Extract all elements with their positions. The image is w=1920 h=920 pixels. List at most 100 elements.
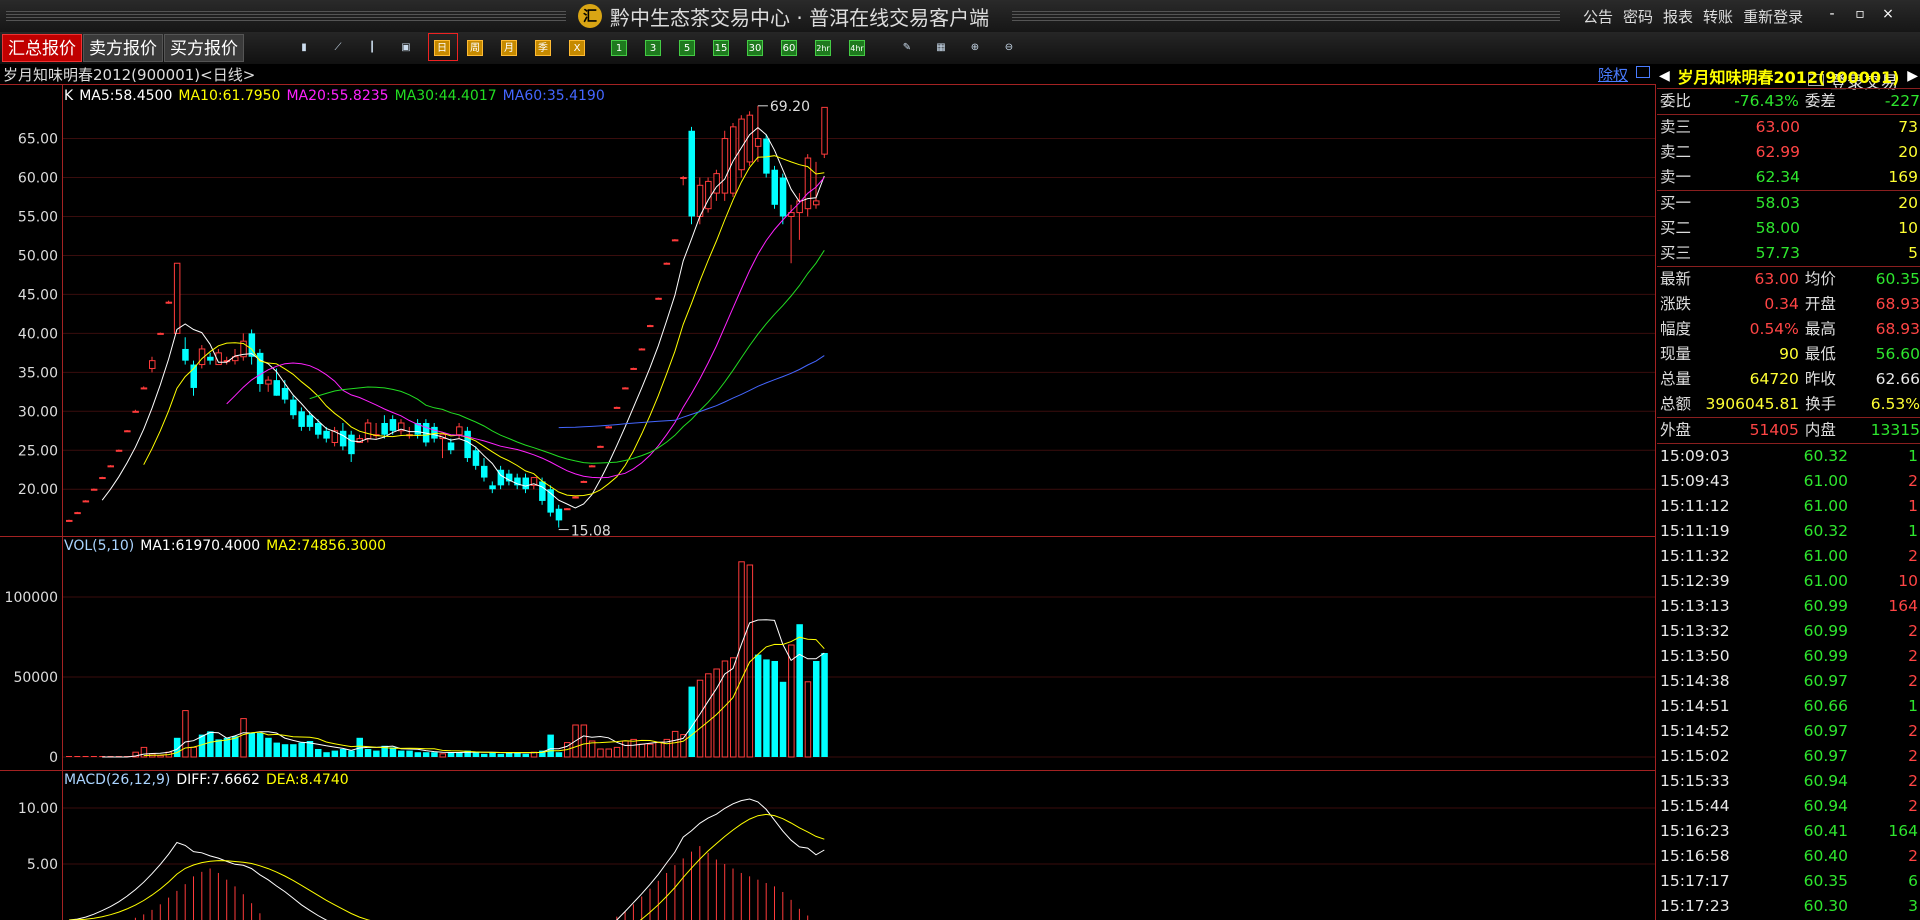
trade-price: 60.99 xyxy=(1803,647,1848,665)
btn-period-custom[interactable]: X xyxy=(569,40,585,56)
btn-min-1[interactable]: 1 xyxy=(611,40,627,56)
calendar-icon[interactable]: ▦ xyxy=(933,40,949,56)
edit-icon[interactable]: ✎ xyxy=(899,40,915,56)
trade-time: 15:13:13 xyxy=(1660,597,1730,615)
volume-bar xyxy=(771,661,778,757)
trade-qty: 164 xyxy=(1888,597,1918,615)
level-price: 58.03 xyxy=(1755,194,1800,212)
volume-bar xyxy=(472,752,480,757)
trade-qty: 10 xyxy=(1898,572,1918,590)
btn-hr-2[interactable]: 2hr xyxy=(815,40,831,56)
menu-notice[interactable]: 公告 xyxy=(1583,6,1613,27)
volume-bar xyxy=(414,752,422,757)
btn-min-5[interactable]: 5 xyxy=(679,40,695,56)
stat-value: 60.35 xyxy=(1875,270,1920,288)
trade-row: 15:15:33 60.94 2 xyxy=(1657,769,1920,794)
trade-list[interactable]: 15:09:03 60.32 1 15:09:43 61.00 2 15:11:12 61.0… xyxy=(1657,444,1920,919)
price-tick-label: 40.00 xyxy=(18,326,58,342)
legend-item: MA1:61970.4000 xyxy=(140,538,260,554)
candle-body xyxy=(124,430,131,433)
top-menu: 公告 密码 报表 转账 重新登录 xyxy=(1583,6,1813,27)
candle-body xyxy=(754,138,762,147)
candle-body xyxy=(115,449,123,452)
stat-value: 3906045.81 xyxy=(1705,395,1800,413)
trade-qty: 1 xyxy=(1908,522,1918,540)
trade-row: 15:16:58 60.40 2 xyxy=(1657,844,1920,869)
trade-qty: 2 xyxy=(1908,647,1918,665)
btn-min-15[interactable]: 15 xyxy=(713,40,729,56)
volume-bar xyxy=(431,752,438,757)
trade-price: 60.66 xyxy=(1803,697,1848,715)
next-stock-icon[interactable]: ▶ xyxy=(1905,68,1920,84)
candle-body xyxy=(539,481,546,501)
window-chart-icon[interactable]: ▣ xyxy=(398,40,414,56)
legend-item: DIFF:7.6662 xyxy=(176,772,260,788)
btn-period-week[interactable]: 周 xyxy=(467,40,483,56)
prev-stock-icon[interactable]: ◀ xyxy=(1657,68,1672,84)
menu-password[interactable]: 密码 xyxy=(1623,6,1653,27)
zoom-in-icon[interactable]: ⊕ xyxy=(967,40,983,56)
volume-bar xyxy=(389,747,397,757)
tab-sell-quote[interactable]: 卖方报价 xyxy=(83,34,163,62)
level-label: 买三 xyxy=(1660,244,1692,262)
candle-body xyxy=(588,465,596,468)
macd-tick-label: 5.00 xyxy=(27,857,58,873)
trade-row: 15:14:52 60.97 2 xyxy=(1657,719,1920,744)
zoom-out-icon[interactable]: ⊖ xyxy=(1001,40,1017,56)
candle-body xyxy=(464,430,471,459)
candle-body xyxy=(481,465,488,478)
high-mark-label: 69.20 xyxy=(770,99,810,115)
menu-report[interactable]: 报表 xyxy=(1663,6,1693,27)
candle-body xyxy=(638,348,646,351)
trade-qty: 2 xyxy=(1908,547,1918,565)
stat-label: 幅度 xyxy=(1660,320,1692,338)
stat-value: 90 xyxy=(1779,345,1799,363)
price-tick-label: 25.00 xyxy=(18,443,58,459)
candle-body xyxy=(82,500,90,503)
btn-period-month[interactable]: 月 xyxy=(501,40,517,56)
legend-item: VOL(5,10) xyxy=(64,538,134,554)
candle-body xyxy=(447,442,455,451)
legend-item: MA20:55.8235 xyxy=(286,88,388,104)
btn-min-3[interactable]: 3 xyxy=(645,40,661,56)
restore-icon[interactable]: ▫ xyxy=(1846,6,1874,22)
candle-body xyxy=(647,325,654,328)
trade-time: 15:09:43 xyxy=(1660,472,1730,490)
btn-min-30[interactable]: 30 xyxy=(747,40,763,56)
volume-bar xyxy=(398,750,405,757)
menu-transfer[interactable]: 转账 xyxy=(1703,6,1733,27)
volume-bar xyxy=(497,753,505,757)
menu-relogin[interactable]: 重新登录 xyxy=(1743,6,1803,27)
stat-label: 总额 xyxy=(1660,395,1692,413)
tab-summary-quote[interactable]: 汇总报价 xyxy=(2,34,82,62)
legend-item: MA60:35.4190 xyxy=(503,88,605,104)
line-chart-icon[interactable]: ⟋ xyxy=(330,40,346,56)
volume-bar xyxy=(348,750,355,757)
btn-period-quarter[interactable]: 季 xyxy=(535,40,551,56)
tab-buy-quote[interactable]: 买方报价 xyxy=(164,34,244,62)
close-icon[interactable]: × xyxy=(1874,6,1902,22)
minimize-icon[interactable]: - xyxy=(1818,6,1846,22)
trade-time: 15:15:02 xyxy=(1660,747,1730,765)
candle-chart-icon[interactable]: ┃ xyxy=(364,40,380,56)
volume-bar xyxy=(796,624,803,757)
btn-hr-4[interactable]: 4hr xyxy=(849,40,865,56)
kline-chart[interactable]: 65.00 60.00 55.00 50.00 45.00 40.00 35.00 30.00… xyxy=(0,84,1656,920)
stat-label: 最低 xyxy=(1804,345,1836,363)
volume-bar xyxy=(779,681,787,757)
btn-min-60[interactable]: 60 xyxy=(781,40,797,56)
stat-row: 现量 90 最低 56.60 xyxy=(1657,342,1920,367)
layout-icon[interactable] xyxy=(1636,66,1650,78)
candle-body xyxy=(273,380,280,396)
trade-qty: 2 xyxy=(1908,847,1918,865)
trade-price: 61.00 xyxy=(1803,547,1848,565)
price-tick-label: 20.00 xyxy=(18,482,58,498)
trade-row: 15:17:17 60.35 6 xyxy=(1657,869,1920,894)
ex-right-link[interactable]: 除权 xyxy=(1598,64,1628,85)
bar-chart-icon[interactable]: ▮ xyxy=(296,40,312,56)
candle-body xyxy=(66,519,73,522)
price-tick-label: 45.00 xyxy=(18,287,58,303)
buy-book: 买一 58.03 20 买二 58.00 10 买三 57.73 5 xyxy=(1657,191,1920,267)
candle-body xyxy=(821,106,828,155)
trade-row: 15:13:13 60.99 164 xyxy=(1657,594,1920,619)
